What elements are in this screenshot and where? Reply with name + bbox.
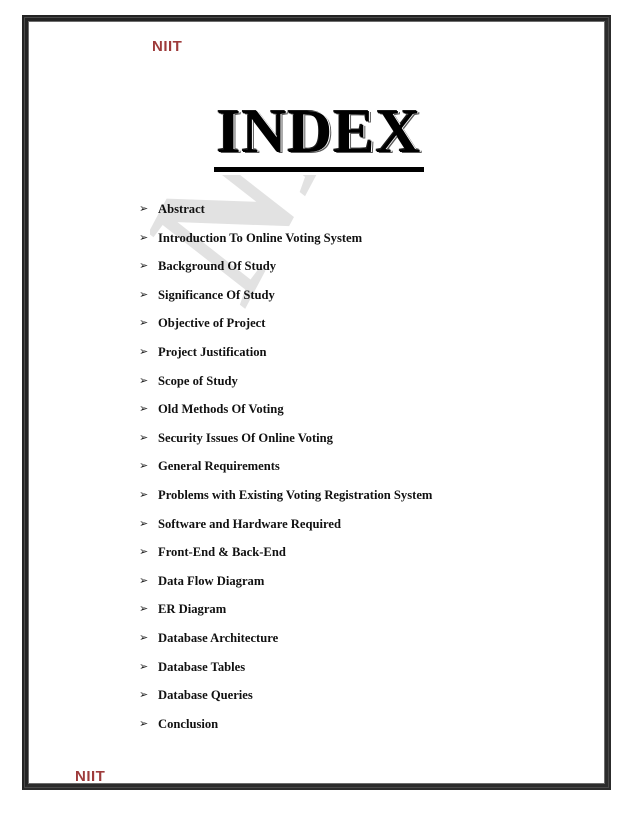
index-list-item[interactable]: ➢ Old Methods Of Voting (139, 402, 559, 431)
index-list-item[interactable]: ➢ Project Justification (139, 345, 559, 374)
index-item-label: General Requirements (158, 459, 280, 474)
arrow-bullet-icon: ➢ (139, 545, 149, 559)
index-item-label: Database Tables (158, 659, 246, 674)
index-item-label: Old Methods Of Voting (158, 402, 284, 417)
page-content: NIIT INDEX ➢ Abstract ➢ Introduction To Onl… (0, 0, 638, 826)
arrow-bullet-icon: ➢ (139, 659, 149, 673)
index-item-label: Data Flow Diagram (158, 573, 265, 588)
index-item-label: Database Architecture (158, 630, 279, 645)
index-list-item[interactable]: ➢ Introduction To Online Voting System (139, 231, 559, 260)
index-item-label: Significance Of Study (158, 287, 275, 302)
index-item-label: ER Diagram (158, 602, 227, 617)
index-list-item[interactable]: ➢ Problems with Existing Voting Registrat… (139, 488, 559, 517)
arrow-bullet-icon: ➢ (139, 688, 149, 702)
index-list-item[interactable]: ➢ Database Tables (139, 660, 559, 689)
index-list-item[interactable]: ➢ Background Of Study (139, 259, 559, 288)
index-item-label: Abstract (158, 202, 205, 216)
footer-brand-niit: NIIT (75, 768, 106, 785)
page-title-text: INDEX (213, 101, 425, 172)
arrow-bullet-icon: ➢ (139, 573, 149, 587)
index-item-label: Project Justification (158, 344, 267, 359)
arrow-bullet-icon: ➢ (139, 259, 149, 273)
index-list-item[interactable]: ➢ Database Architecture (139, 631, 559, 660)
arrow-bullet-icon: ➢ (139, 344, 149, 358)
index-list-item[interactable]: ➢ Significance Of Study (139, 288, 559, 317)
header-brand-niit: NIIT (152, 38, 183, 55)
arrow-bullet-icon: ➢ (139, 316, 149, 330)
document-page: NITIN NIIT INDEX ➢Abstract➢Introduction … (0, 0, 638, 826)
index-item-label: Introduction To Online Voting System (158, 230, 363, 245)
index-list-item[interactable]: ➢ Abstract (139, 202, 559, 231)
index-item-label: Background Of Study (158, 259, 277, 274)
arrow-bullet-icon: ➢ (139, 287, 149, 301)
arrow-bullet-icon: ➢ (139, 630, 149, 644)
arrow-bullet-icon: ➢ (139, 602, 149, 616)
index-list-item[interactable]: ➢ Conclusion (139, 717, 559, 746)
index-list-item[interactable]: ➢ Scope of Study (139, 374, 559, 403)
arrow-bullet-icon: ➢ (139, 487, 149, 501)
index-list-item[interactable]: ➢ Security Issues Of Online Voting (139, 431, 559, 460)
arrow-bullet-icon: ➢ (139, 430, 149, 444)
arrow-bullet-icon: ➢ (139, 202, 149, 215)
index-item-label: Problems with Existing Voting Registrati… (158, 487, 433, 502)
index-list-item[interactable]: ➢ Front-End & Back-End (139, 545, 559, 574)
arrow-bullet-icon: ➢ (139, 402, 149, 416)
arrow-bullet-icon: ➢ (139, 373, 149, 387)
index-list-item[interactable]: ➢ Objective of Project (139, 316, 559, 345)
index-item-label: Front-End & Back-End (158, 545, 286, 560)
index-item-label: Software and Hardware Required (158, 516, 341, 531)
page-title: INDEX (0, 101, 638, 172)
arrow-bullet-icon: ➢ (139, 459, 149, 473)
index-list-item[interactable]: ➢ Software and Hardware Required (139, 517, 559, 546)
index-list-item[interactable]: ➢ Database Queries (139, 688, 559, 717)
index-item-label: Security Issues Of Online Voting (158, 430, 333, 445)
arrow-bullet-icon: ➢ (139, 516, 149, 530)
index-item-label: Conclusion (158, 716, 219, 731)
index-list-item[interactable]: ➢ Data Flow Diagram (139, 574, 559, 603)
index-item-label: Database Queries (158, 688, 253, 703)
index-list: ➢ Abstract ➢ Introduction To Online Voting … (139, 202, 559, 745)
index-item-label: Objective of Project (158, 316, 266, 331)
arrow-bullet-icon: ➢ (139, 716, 149, 730)
index-list-item[interactable]: ➢ General Requirements (139, 459, 559, 488)
arrow-bullet-icon: ➢ (139, 230, 149, 244)
index-item-label: Scope of Study (158, 373, 238, 388)
index-list-item[interactable]: ➢ ER Diagram (139, 602, 559, 631)
